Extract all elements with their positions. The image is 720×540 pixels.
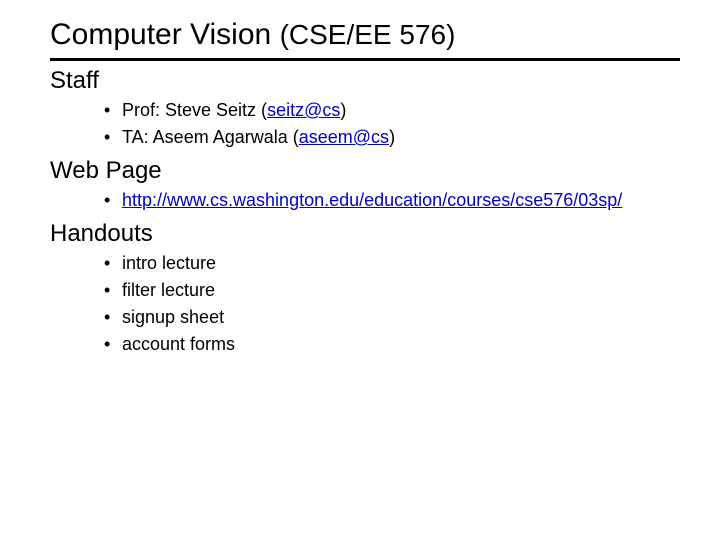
- staff-suffix: ): [389, 127, 395, 147]
- list-item: signup sheet: [122, 304, 680, 331]
- list-item: filter lecture: [122, 277, 680, 304]
- title-sub: (CSE/EE 576): [280, 19, 456, 50]
- title-main: Computer Vision: [50, 18, 271, 51]
- page-title: Computer Vision (CSE/EE 576): [50, 18, 680, 52]
- staff-prefix: Prof: Steve Seitz (: [122, 100, 267, 120]
- section-heading-webpage: Web Page: [50, 157, 680, 185]
- title-divider: [50, 58, 680, 61]
- slide-container: Computer Vision (CSE/EE 576) Staff Prof:…: [0, 0, 720, 358]
- list-item: http://www.cs.washington.edu/education/c…: [122, 187, 680, 214]
- staff-email-link[interactable]: seitz@cs: [267, 100, 340, 120]
- webpage-list: http://www.cs.washington.edu/education/c…: [50, 187, 680, 214]
- list-item: account forms: [122, 331, 680, 358]
- list-item: TA: Aseem Agarwala (aseem@cs): [122, 124, 680, 151]
- staff-email-link[interactable]: aseem@cs: [299, 127, 389, 147]
- course-url-link[interactable]: http://www.cs.washington.edu/education/c…: [122, 190, 622, 210]
- staff-prefix: TA: Aseem Agarwala (: [122, 127, 299, 147]
- staff-suffix: ): [340, 100, 346, 120]
- list-item: intro lecture: [122, 250, 680, 277]
- section-heading-staff: Staff: [50, 67, 680, 95]
- list-item: Prof: Steve Seitz (seitz@cs): [122, 97, 680, 124]
- staff-list: Prof: Steve Seitz (seitz@cs) TA: Aseem A…: [50, 97, 680, 151]
- section-heading-handouts: Handouts: [50, 220, 680, 248]
- handouts-list: intro lecture filter lecture signup shee…: [50, 250, 680, 358]
